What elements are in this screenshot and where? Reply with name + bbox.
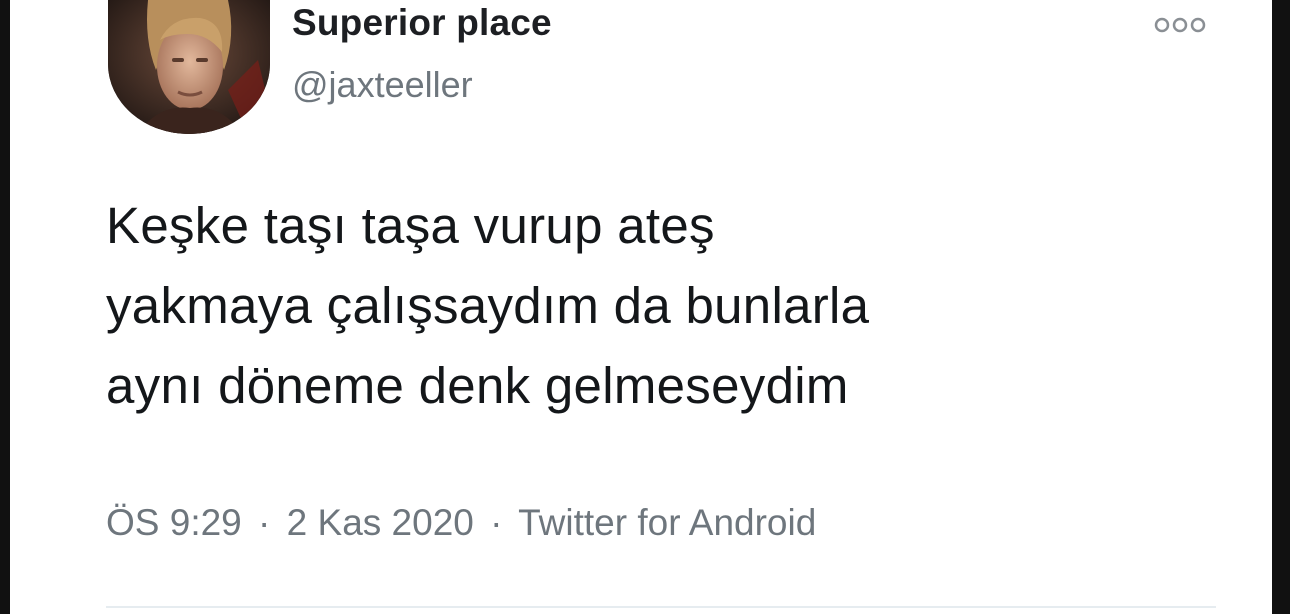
separator: · — [490, 502, 503, 543]
left-border — [0, 0, 10, 614]
user-handle[interactable]: @jaxteeller — [292, 64, 473, 106]
separator: · — [258, 502, 271, 543]
tweet-time[interactable]: ÖS 9:29 — [106, 502, 242, 543]
divider — [106, 606, 1216, 608]
tweet-text-line: yakmaya çalışsaydım da bunlarla — [106, 277, 870, 334]
tweet-source[interactable]: Twitter for Android — [518, 502, 816, 543]
right-border — [1272, 0, 1290, 614]
avatar[interactable] — [108, 0, 270, 134]
display-name[interactable]: Superior place — [292, 2, 552, 44]
tweet-text-line: aynı döneme denk gelmeseydim — [106, 357, 849, 414]
screenshot-frame: Superior place @jaxteeller Keşke taşı ta… — [0, 0, 1290, 614]
more-options-button[interactable] — [1148, 10, 1212, 40]
tweet-text: Keşke taşı taşa vurup ateş yakmaya çalış… — [106, 186, 1186, 426]
profile-photo-icon — [108, 0, 270, 134]
more-options-icon — [1154, 17, 1206, 33]
tweet-date[interactable]: 2 Kas 2020 — [287, 502, 474, 543]
tweet-metadata: ÖS 9:29 · 2 Kas 2020 · Twitter for Andro… — [106, 502, 816, 544]
tweet-text-line: Keşke taşı taşa vurup ateş — [106, 197, 715, 254]
tweet-card: Superior place @jaxteeller Keşke taşı ta… — [10, 0, 1272, 614]
